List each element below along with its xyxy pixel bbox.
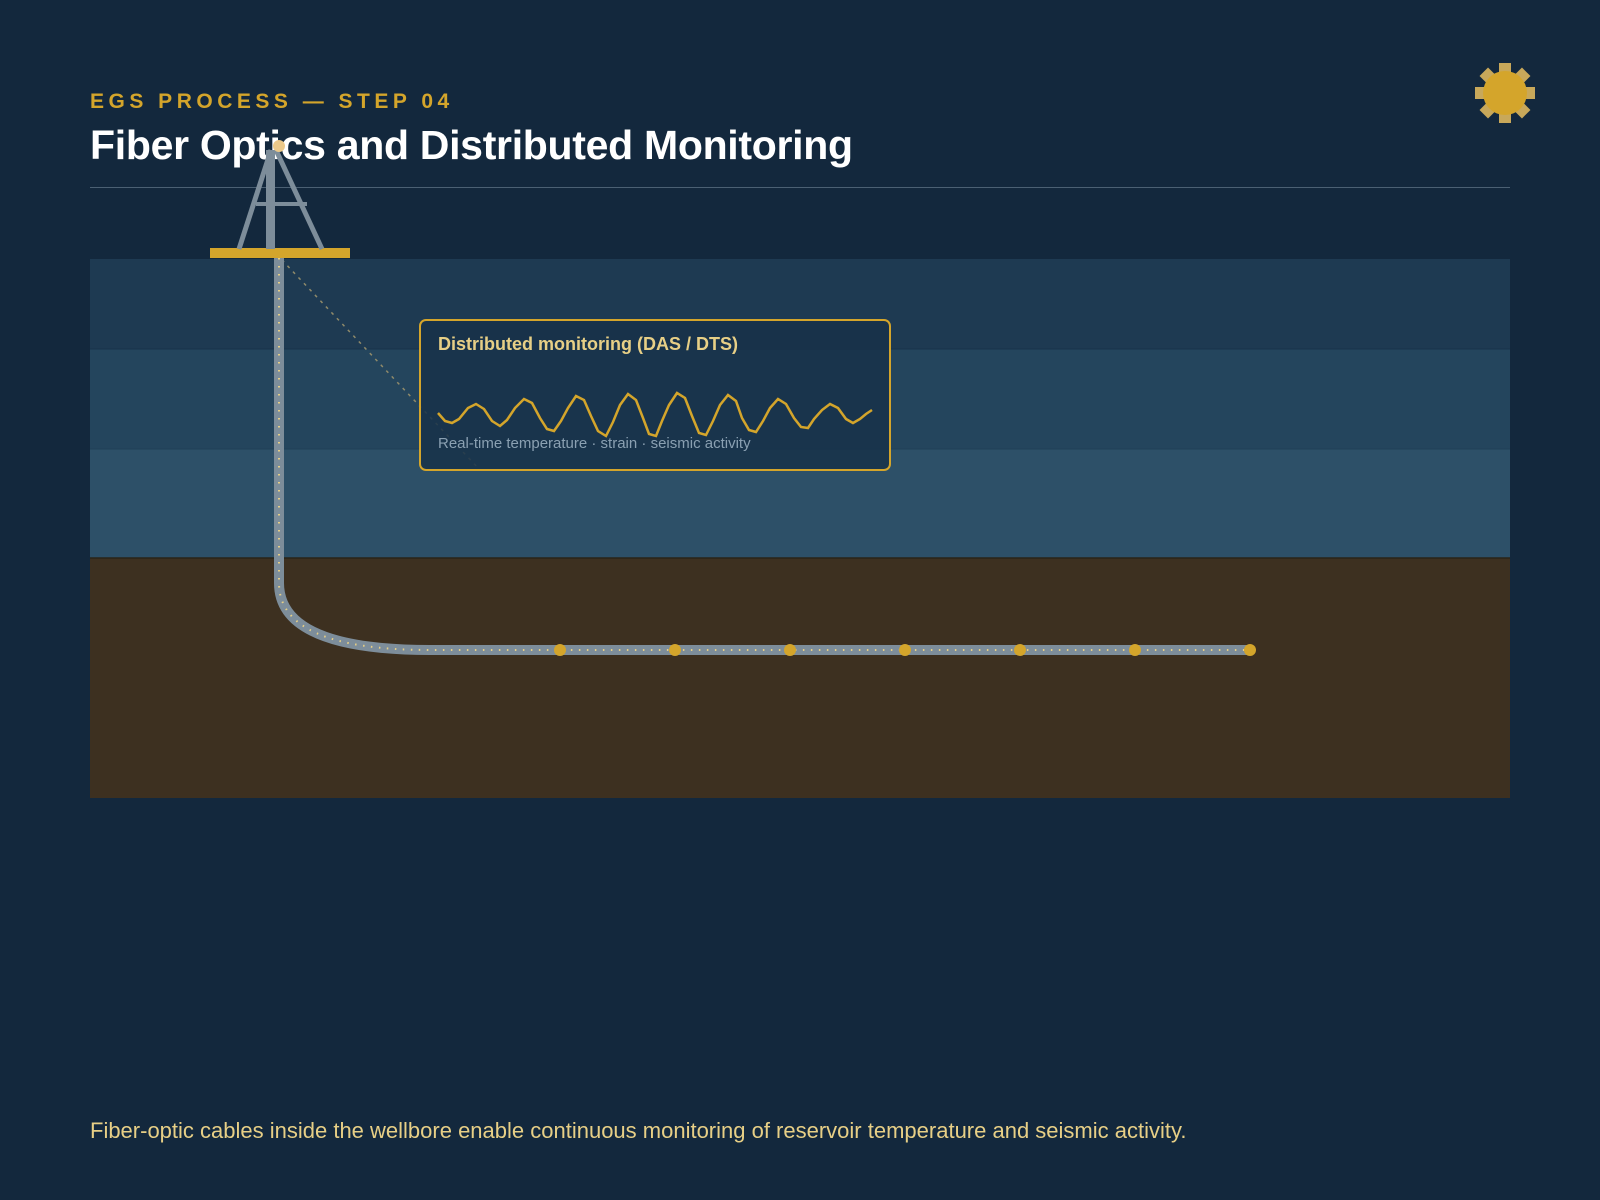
callout-title: Distributed monitoring (DAS / DTS) (438, 334, 738, 354)
fiber-sensor (1129, 644, 1141, 656)
rig-platform (210, 248, 350, 258)
well-diagram: Distributed monitoring (DAS / DTS) Real-… (90, 140, 1510, 798)
reservoir-layer (90, 558, 1510, 798)
fiber-sensor (899, 644, 911, 656)
fiber-sensor (554, 644, 566, 656)
fiber-sensor (784, 644, 796, 656)
rig-beacon (273, 140, 285, 152)
drilling-rig-icon (210, 140, 350, 258)
monitoring-callout: Distributed monitoring (DAS / DTS) Real-… (419, 319, 891, 471)
fiber-sensor (1014, 644, 1026, 656)
fiber-sensor (1244, 644, 1256, 656)
callout-subtitle: Real-time temperature · strain · seismic… (438, 435, 751, 452)
fiber-sensor (669, 644, 681, 656)
